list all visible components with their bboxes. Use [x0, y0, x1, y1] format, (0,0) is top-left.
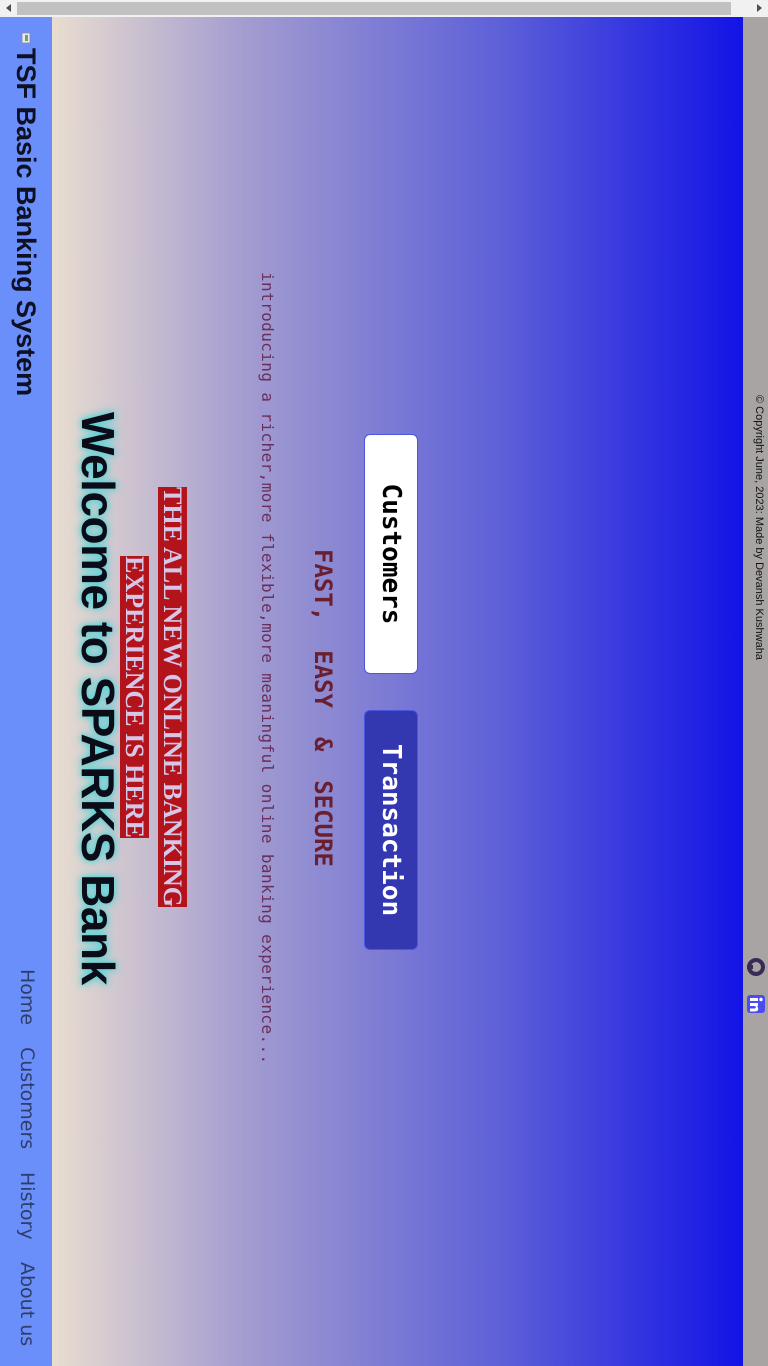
nav-about-us[interactable]: About us — [16, 1262, 38, 1346]
nav-customers[interactable]: Customers — [16, 1047, 38, 1149]
scrollbar-thumb[interactable] — [17, 2, 731, 15]
brand[interactable]: TSF Basic Banking System — [6, 32, 46, 396]
headline: THE ALL NEW ONLINE BANKING EXPERIENCE IS… — [115, 447, 191, 947]
github-icon[interactable] — [746, 957, 766, 977]
headline-line-2: EXPERIENCE IS HERE — [120, 556, 149, 838]
tagline: FAST, EASY & SECURE — [309, 549, 337, 867]
linkedin-icon[interactable] — [746, 994, 766, 1014]
scroll-left-arrow-icon[interactable] — [0, 0, 17, 17]
scroll-right-arrow-icon[interactable] — [751, 0, 768, 17]
bank-logo-icon — [21, 32, 31, 44]
hero-section: Welcome to SPARKS Bank THE ALL NEW ONLIN… — [52, 17, 743, 1366]
nav-history[interactable]: History — [16, 1172, 38, 1240]
transaction-button[interactable]: Transaction — [364, 710, 418, 950]
brand-title: TSF Basic Banking System — [11, 48, 42, 397]
footer: © Copyright June, 2023: Made by Devansh … — [743, 17, 768, 1366]
headline-line-1: THE ALL NEW ONLINE BANKING — [158, 487, 187, 907]
intro-text: introducing a richer,more flexible,more … — [258, 272, 277, 1065]
navbar: TSF Basic Banking System Home Customers … — [0, 17, 52, 1366]
nav-home[interactable]: Home — [16, 969, 38, 1025]
copyright-text: © Copyright June, 2023: Made by Devansh … — [753, 395, 765, 660]
page-viewport: © Copyright June, 2023: Made by Devansh … — [0, 17, 768, 1366]
customers-button[interactable]: Customers — [364, 434, 418, 674]
horizontal-scrollbar[interactable] — [0, 0, 768, 17]
